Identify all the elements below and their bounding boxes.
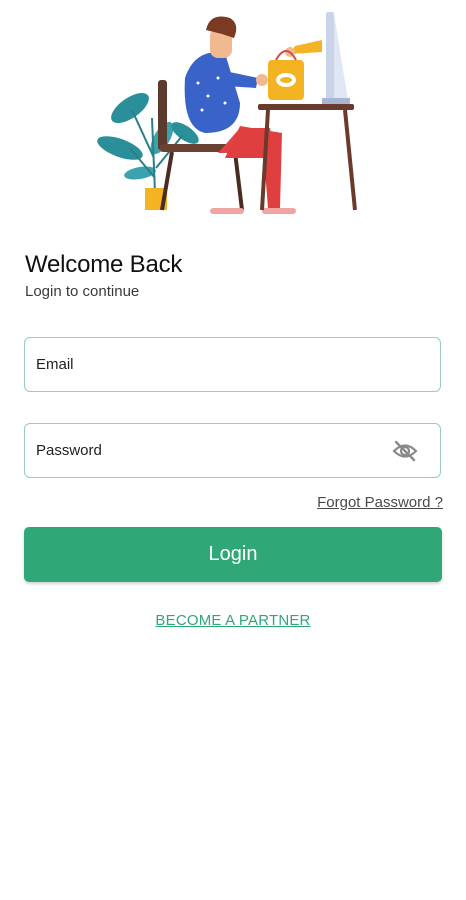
hero-illustration [90,8,380,218]
email-field-container [24,337,441,392]
page-title: Welcome Back [25,251,183,278]
become-partner-link[interactable]: BECOME A PARTNER [155,612,310,629]
eye-off-icon[interactable] [392,440,418,462]
page-subtitle: Login to continue [25,283,140,300]
login-button[interactable]: Login [24,527,442,582]
become-partner-container: BECOME A PARTNER [0,612,466,629]
forgot-password-link[interactable]: Forgot Password ? [317,494,443,511]
password-field-container [24,423,441,478]
email-field[interactable] [36,338,376,391]
monitor-illustration [322,12,350,104]
delivery-bag-illustration [268,40,322,100]
password-field[interactable] [36,424,376,477]
